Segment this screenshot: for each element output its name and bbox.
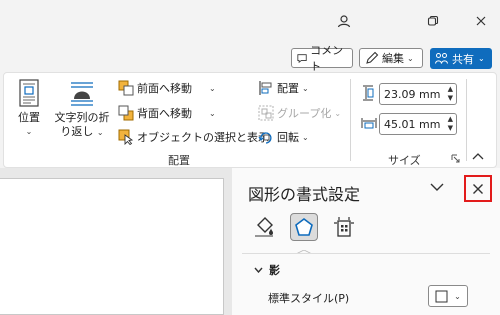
spin-arrows-icon[interactable]: ▲ ▼: [448, 115, 453, 133]
rotate-label: 回転: [277, 131, 299, 144]
shape-width-input[interactable]: 45.01 mm ▲ ▼: [379, 113, 457, 135]
comment-icon: [297, 53, 307, 63]
wrap-text-label-line1: 文字列の折: [54, 111, 110, 124]
shape-height-icon: [363, 85, 374, 101]
close-window-icon[interactable]: [470, 10, 492, 32]
pencil-icon: [366, 51, 379, 64]
wrap-text-button[interactable]: 文字列の折 り返し ⌄: [54, 79, 110, 140]
edit-label: 編集: [382, 52, 404, 65]
chevron-down-icon: ⌄: [25, 127, 33, 136]
title-bar: [0, 0, 500, 42]
align-button[interactable]: 配置 ⌄: [258, 80, 309, 96]
close-icon: [473, 183, 483, 194]
shape-width-icon: [361, 118, 377, 129]
edit-mode-button[interactable]: 編集 ⌄: [359, 48, 423, 68]
arrange-group-label: 配置: [168, 154, 190, 167]
group-divider: [350, 79, 351, 161]
rotate-icon: [258, 132, 272, 144]
shape-width-value: 45.01 mm: [384, 117, 441, 131]
shape-height-value: 23.09 mm: [384, 87, 441, 101]
pane-close-button[interactable]: [464, 175, 492, 202]
group-divider: [466, 79, 467, 161]
group-label: グループ化: [277, 107, 332, 120]
ribbon: 位置 ⌄ 文字列の折 り返し ⌄ 前面へ移動 ⌄ 背面へ移動 ⌄ オブジェクトの…: [3, 72, 497, 168]
selection-pane-button[interactable]: オブジェクトの選択と表示: [118, 129, 269, 145]
pane-divider: [242, 253, 490, 254]
fill-line-icon: [255, 217, 273, 237]
align-label: 配置: [277, 82, 299, 95]
chevron-down-icon: ⌄: [334, 108, 342, 118]
send-backward-icon: [118, 105, 134, 121]
chevron-down-icon: ⌄: [209, 83, 216, 93]
chevron-down-icon: ⌄: [96, 128, 104, 137]
effects-pentagon-icon: [295, 218, 313, 236]
size-group-label: サイズ: [388, 154, 421, 167]
pane-title: 図形の書式設定: [248, 185, 361, 204]
comment-button[interactable]: コメント: [291, 44, 353, 73]
chevron-down-icon: ⌄: [478, 54, 485, 63]
effects-tab[interactable]: [290, 213, 318, 241]
shape-height-input[interactable]: 23.09 mm ▲ ▼: [379, 83, 457, 105]
person-icon[interactable]: [333, 10, 355, 32]
restore-window-icon[interactable]: [422, 10, 444, 32]
chevron-down-icon: ⌄: [407, 53, 414, 63]
position-icon: [19, 79, 39, 107]
dialog-launcher-icon[interactable]: [451, 154, 460, 163]
chevron-down-icon: ⌄: [454, 291, 461, 301]
bring-forward-button[interactable]: 前面へ移動 ⌄: [118, 80, 216, 96]
document-page[interactable]: [0, 178, 224, 315]
fill-line-tab[interactable]: [250, 213, 278, 241]
shadow-preset-dropdown[interactable]: ⌄: [428, 285, 468, 307]
pane-options-chevron-icon[interactable]: [430, 180, 444, 196]
group-icon: [258, 105, 274, 121]
format-shape-pane: 図形の書式設定 影 標準スタイル(P) ⌄: [232, 168, 500, 315]
share-icon: [435, 53, 448, 64]
group-button[interactable]: グループ化 ⌄: [258, 105, 341, 121]
wrap-text-icon: [71, 82, 93, 106]
selection-pane-label: オブジェクトの選択と表示: [137, 131, 269, 144]
collapse-ribbon-icon[interactable]: [472, 152, 484, 160]
position-button[interactable]: 位置 ⌄: [14, 79, 44, 139]
shadow-section-header[interactable]: 影: [254, 262, 280, 278]
align-icon: [259, 81, 272, 95]
comment-label: コメント: [310, 44, 344, 73]
command-bar: コメント 編集 ⌄ 共有 ⌄: [0, 42, 500, 73]
chevron-down-icon: [254, 267, 263, 273]
size-properties-tab[interactable]: [330, 213, 358, 241]
tab-pointer: [295, 244, 313, 255]
spin-arrows-icon[interactable]: ▲ ▼: [448, 85, 453, 103]
share-button[interactable]: 共有 ⌄: [430, 48, 492, 69]
share-label: 共有: [452, 52, 474, 66]
chevron-down-icon: ⌄: [302, 132, 309, 142]
chevron-down-icon: ⌄: [209, 108, 216, 118]
size-properties-icon: [334, 217, 354, 237]
shadow-section-label: 影: [269, 264, 280, 277]
shadow-preset-swatch-icon: [435, 290, 448, 302]
bring-forward-icon: [118, 80, 134, 96]
send-backward-button[interactable]: 背面へ移動 ⌄: [118, 105, 216, 121]
wrap-text-label-line2: り返し: [60, 125, 94, 138]
selection-pane-icon: [118, 129, 134, 145]
send-backward-label: 背面へ移動: [137, 107, 192, 120]
bring-forward-label: 前面へ移動: [137, 82, 192, 95]
chevron-down-icon: ⌄: [302, 83, 309, 93]
shadow-preset-label: 標準スタイル(P): [268, 292, 350, 305]
rotate-button[interactable]: 回転 ⌄: [258, 129, 309, 145]
position-label: 位置: [18, 111, 40, 124]
